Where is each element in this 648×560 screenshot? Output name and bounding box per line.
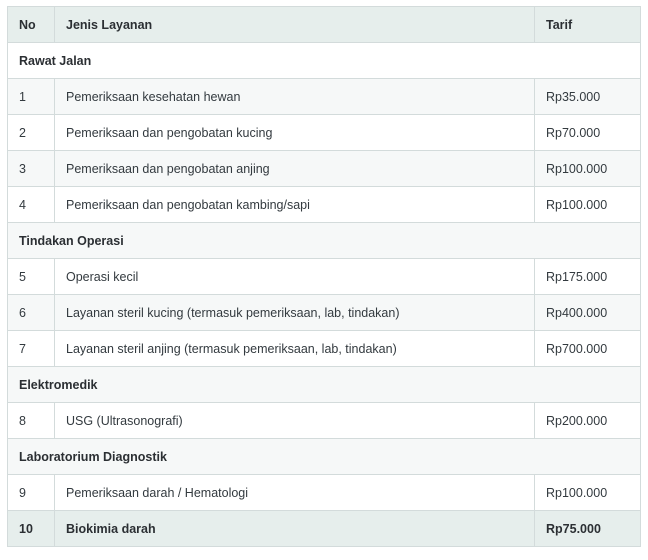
table-row: 6 Layanan steril kucing (termasuk pemeri… <box>7 294 641 331</box>
row-no: 10 <box>7 510 55 547</box>
row-tarif: Rp175.000 <box>534 258 641 295</box>
row-tarif: Rp75.000 <box>534 510 641 547</box>
section-title: Laboratorium Diagnostik <box>7 438 641 475</box>
row-no: 7 <box>7 330 55 367</box>
row-tarif: Rp70.000 <box>534 114 641 151</box>
row-service: Layanan steril kucing (termasuk pemeriks… <box>54 294 535 331</box>
section-title: Rawat Jalan <box>7 42 641 79</box>
section-row-elektromedik: Elektromedik <box>7 366 641 403</box>
row-service: Operasi kecil <box>54 258 535 295</box>
row-service: Pemeriksaan dan pengobatan kucing <box>54 114 535 151</box>
table-row: 9 Pemeriksaan darah / Hematologi Rp100.0… <box>7 474 641 511</box>
table-row: 4 Pemeriksaan dan pengobatan kambing/sap… <box>7 186 641 223</box>
section-row-rawat-jalan: Rawat Jalan <box>7 42 641 79</box>
table-row: 8 USG (Ultrasonografi) Rp200.000 <box>7 402 641 439</box>
row-no: 8 <box>7 402 55 439</box>
section-title: Tindakan Operasi <box>7 222 641 259</box>
row-service: Pemeriksaan dan pengobatan kambing/sapi <box>54 186 535 223</box>
row-tarif: Rp100.000 <box>534 150 641 187</box>
row-service: Pemeriksaan kesehatan hewan <box>54 78 535 115</box>
row-no: 2 <box>7 114 55 151</box>
row-no: 1 <box>7 78 55 115</box>
row-no: 6 <box>7 294 55 331</box>
row-service: Layanan steril anjing (termasuk pemeriks… <box>54 330 535 367</box>
tariff-table: No Jenis Layanan Tarif Rawat Jalan 1 Pem… <box>7 6 641 547</box>
row-tarif: Rp100.000 <box>534 186 641 223</box>
header-row: No Jenis Layanan Tarif <box>7 6 641 43</box>
row-tarif: Rp35.000 <box>534 78 641 115</box>
row-tarif: Rp700.000 <box>534 330 641 367</box>
table-body: Rawat Jalan 1 Pemeriksaan kesehatan hewa… <box>7 42 641 547</box>
row-no: 4 <box>7 186 55 223</box>
row-tarif: Rp400.000 <box>534 294 641 331</box>
row-tarif: Rp100.000 <box>534 474 641 511</box>
row-no: 5 <box>7 258 55 295</box>
table-row: 10 Biokimia darah Rp75.000 <box>7 510 641 547</box>
table-row: 3 Pemeriksaan dan pengobatan anjing Rp10… <box>7 150 641 187</box>
section-row-laboratorium-diagnostik: Laboratorium Diagnostik <box>7 438 641 475</box>
section-row-tindakan-operasi: Tindakan Operasi <box>7 222 641 259</box>
tariff-table-container: No Jenis Layanan Tarif Rawat Jalan 1 Pem… <box>7 6 641 547</box>
section-title: Elektromedik <box>7 366 641 403</box>
table-row: 7 Layanan steril anjing (termasuk pemeri… <box>7 330 641 367</box>
header-no: No <box>7 6 55 43</box>
table-row: 5 Operasi kecil Rp175.000 <box>7 258 641 295</box>
header-tarif: Tarif <box>534 6 641 43</box>
header-service: Jenis Layanan <box>54 6 535 43</box>
row-service: Biokimia darah <box>54 510 535 547</box>
row-service: Pemeriksaan dan pengobatan anjing <box>54 150 535 187</box>
row-service: USG (Ultrasonografi) <box>54 402 535 439</box>
row-service: Pemeriksaan darah / Hematologi <box>54 474 535 511</box>
table-header: No Jenis Layanan Tarif <box>7 6 641 43</box>
row-no: 3 <box>7 150 55 187</box>
row-tarif: Rp200.000 <box>534 402 641 439</box>
row-no: 9 <box>7 474 55 511</box>
table-row: 1 Pemeriksaan kesehatan hewan Rp35.000 <box>7 78 641 115</box>
table-row: 2 Pemeriksaan dan pengobatan kucing Rp70… <box>7 114 641 151</box>
